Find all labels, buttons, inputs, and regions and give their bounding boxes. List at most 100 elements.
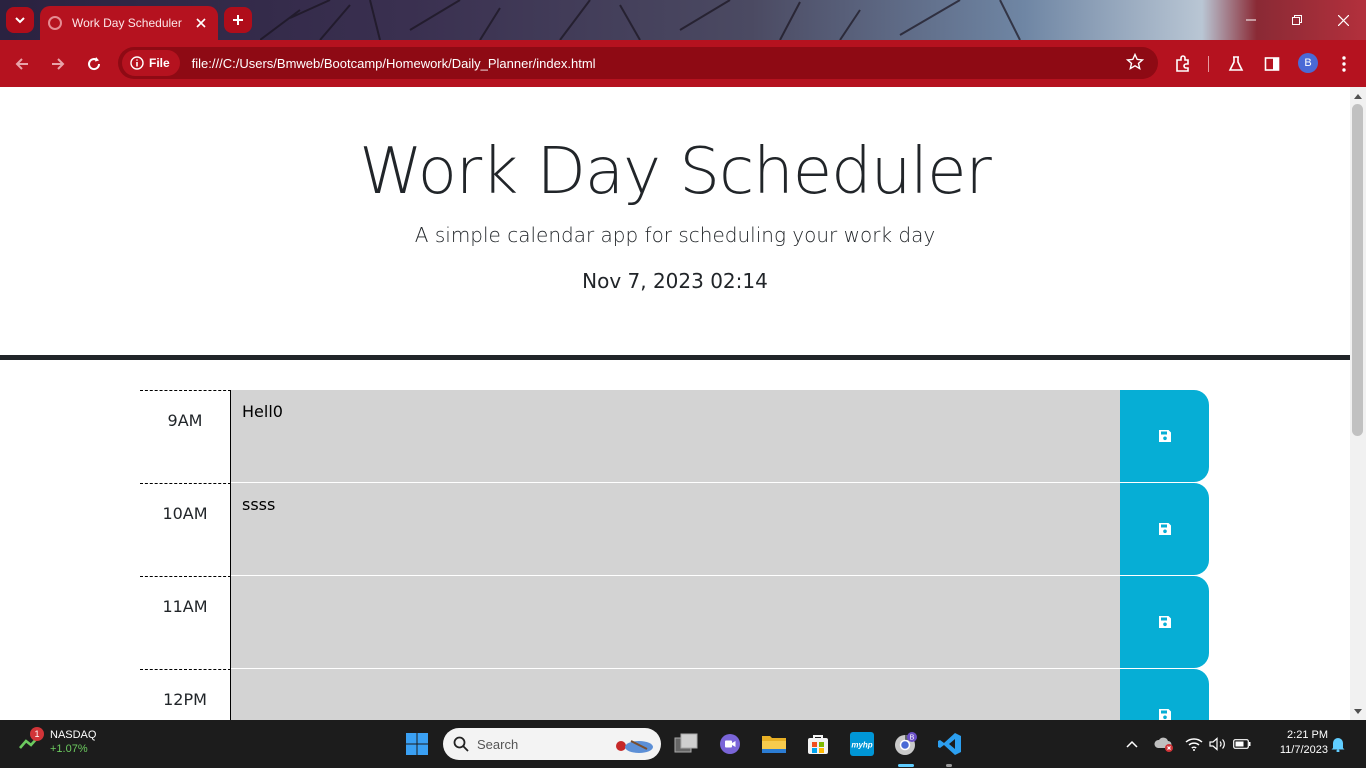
close-icon — [196, 18, 206, 28]
event-description-input[interactable] — [231, 576, 1120, 669]
onedrive-status-button[interactable] — [1148, 728, 1180, 760]
file-explorer-button[interactable] — [758, 728, 790, 760]
battery-button[interactable] — [1226, 728, 1258, 760]
cloud-error-icon — [1154, 737, 1173, 752]
page-subtitle: A simple calendar app for scheduling you… — [414, 223, 936, 247]
widget-badge: 1 — [30, 727, 44, 741]
floppy-disk-icon — [1158, 709, 1171, 720]
extensions-button[interactable] — [1168, 49, 1198, 79]
page-viewport: Work Day Scheduler A simple calendar app… — [0, 87, 1350, 720]
time-block: 10AM ssss — [140, 483, 1210, 576]
clock-date: 11/7/2023 — [1279, 744, 1328, 756]
address-bar[interactable]: File file:///C:/Users/Bmweb/Bootcamp/Hom… — [118, 47, 1158, 79]
new-tab-button[interactable] — [224, 7, 252, 33]
tab-title: Work Day Scheduler — [72, 16, 182, 30]
event-description-input[interactable]: ssss — [231, 483, 1120, 576]
page-title: Work Day Scheduler — [359, 135, 992, 209]
side-panel-button[interactable] — [1257, 49, 1287, 79]
teams-chat-button[interactable] — [714, 728, 746, 760]
search-icon — [453, 736, 469, 752]
flask-icon — [1228, 56, 1244, 71]
browser-toolbar: File file:///C:/Users/Bmweb/Bootcamp/Hom… — [0, 40, 1366, 87]
store-bag-icon — [808, 735, 828, 754]
taskbar-clock[interactable]: 2:21 PM 11/7/2023 — [1262, 728, 1328, 758]
reload-icon — [88, 57, 101, 71]
site-info-chip[interactable]: File — [122, 50, 180, 76]
minimize-icon — [1246, 19, 1256, 21]
floppy-disk-icon — [1158, 616, 1171, 628]
task-view-icon — [674, 733, 698, 753]
hour-label: 10AM — [140, 483, 231, 576]
restore-button[interactable] — [1274, 0, 1320, 40]
window-close-button[interactable] — [1320, 0, 1366, 40]
save-button[interactable] — [1120, 576, 1209, 668]
chrome-dev-icon: B — [895, 732, 917, 755]
search-box-label: Search — [477, 736, 519, 752]
save-button[interactable] — [1120, 483, 1209, 575]
hour-label: 11AM — [140, 576, 231, 669]
windows-logo-icon — [406, 733, 428, 755]
myhp-button[interactable]: myhp — [846, 728, 878, 760]
toolbar-divider — [1208, 56, 1209, 72]
event-description-input[interactable]: Hell0 — [231, 390, 1120, 483]
folder-icon — [762, 736, 786, 753]
profile-avatar[interactable]: B — [1298, 53, 1318, 73]
chevron-down-icon — [15, 17, 25, 24]
floppy-disk-icon — [1158, 523, 1171, 535]
chrome-dev-button[interactable]: B — [890, 728, 922, 760]
forward-button[interactable] — [43, 49, 73, 79]
clock-time: 2:21 PM — [1287, 729, 1328, 741]
bell-icon — [1331, 738, 1345, 752]
labs-button[interactable] — [1221, 49, 1251, 79]
minimize-button[interactable] — [1228, 0, 1274, 40]
back-button[interactable] — [7, 49, 37, 79]
tab-close-button[interactable] — [192, 14, 210, 32]
myhp-logo-icon: myhp — [850, 732, 874, 756]
reload-button[interactable] — [79, 49, 109, 79]
current-day: Nov 7, 2023 02:14 — [582, 269, 768, 293]
notifications-button[interactable] — [1322, 728, 1354, 760]
puzzle-piece-icon — [1176, 55, 1189, 72]
chevron-up-icon — [1126, 740, 1138, 748]
widget-ticker-change: +1.07% — [50, 743, 88, 755]
bookmark-star-icon[interactable] — [1126, 53, 1144, 71]
save-button[interactable] — [1120, 669, 1209, 720]
running-indicator — [946, 764, 952, 767]
floppy-disk-icon — [1158, 430, 1171, 442]
browser-tab-active[interactable]: Work Day Scheduler — [40, 6, 218, 40]
site-chip-label: File — [149, 56, 170, 70]
start-button[interactable] — [401, 728, 433, 760]
widget-ticker-name: NASDAQ — [50, 729, 97, 741]
wifi-icon — [1185, 738, 1203, 751]
save-button[interactable] — [1120, 390, 1209, 482]
taskbar-search-box[interactable]: Search — [443, 728, 661, 760]
battery-icon — [1233, 739, 1251, 749]
event-description-input[interactable] — [231, 669, 1120, 720]
vscode-icon — [938, 733, 961, 755]
wallpaper-branches — [260, 0, 1021, 40]
scrollbar-thumb[interactable] — [1352, 104, 1363, 436]
vscode-button[interactable] — [934, 728, 966, 760]
hour-label: 12PM — [140, 669, 231, 720]
running-indicator — [898, 764, 914, 767]
scroll-down-arrow[interactable] — [1352, 706, 1364, 716]
page-header: Work Day Scheduler A simple calendar app… — [0, 87, 1350, 360]
microsoft-store-button[interactable] — [802, 728, 834, 760]
browser-tab-strip: Work Day Scheduler — [0, 0, 1366, 40]
task-view-button[interactable] — [670, 728, 702, 760]
time-block: 9AM Hell0 — [140, 390, 1210, 483]
windows-taskbar: 1 NASDAQ +1.07% Search myhp B 2:21 PM 11… — [0, 720, 1366, 768]
chrome-profile-badge: B — [910, 734, 915, 741]
scroll-up-arrow[interactable] — [1352, 91, 1364, 101]
show-hidden-icons-button[interactable] — [1116, 728, 1148, 760]
tab-search-button[interactable] — [6, 7, 34, 33]
time-block: 12PM — [140, 669, 1210, 720]
stock-widget[interactable]: 1 NASDAQ +1.07% — [18, 727, 97, 756]
triangle-up-icon — [1354, 93, 1362, 99]
video-chat-icon — [720, 734, 740, 754]
browser-menu-button[interactable] — [1329, 49, 1359, 79]
restore-icon — [1292, 15, 1302, 25]
kebab-menu-icon — [1342, 56, 1346, 72]
search-highlight-icon — [616, 740, 653, 753]
myhp-logo-text: myhp — [851, 741, 872, 750]
